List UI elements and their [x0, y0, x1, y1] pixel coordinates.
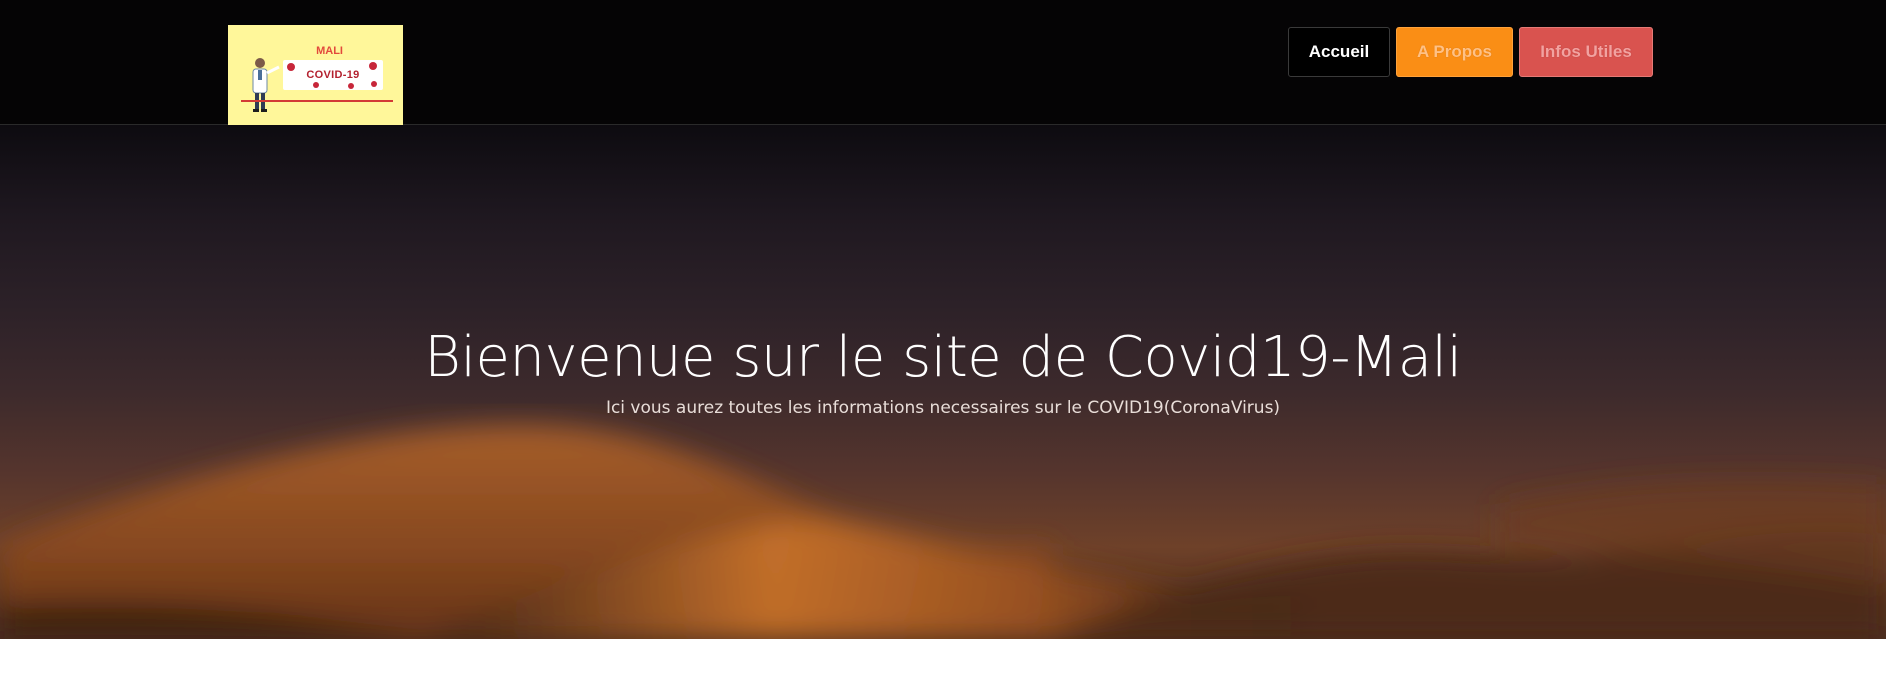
logo-underline	[241, 100, 393, 102]
doctor-icon	[252, 58, 280, 112]
nav-accueil-button[interactable]: Accueil	[1288, 27, 1390, 77]
virus-icon	[348, 83, 354, 89]
hero-title: Bienvenue sur le site de Covid19-Mali	[424, 325, 1462, 390]
logo-card-text: COVID-19	[306, 69, 360, 81]
site-logo[interactable]: MALI COVID-19	[228, 25, 403, 125]
hero-subtitle: Ici vous aurez toutes les informations n…	[605, 398, 1281, 418]
page-body	[0, 639, 1886, 677]
nav-apropos-button[interactable]: A Propos	[1396, 27, 1513, 77]
logo-card: COVID-19	[283, 60, 383, 90]
navbar: MALI COVID-19 Accueil A Propos Infos Uti…	[0, 0, 1886, 125]
nav-infos-utiles-button[interactable]: Infos Utiles	[1519, 27, 1653, 77]
virus-icon	[313, 82, 319, 88]
logo-title: MALI	[316, 45, 343, 57]
virus-icon	[371, 81, 377, 87]
hero-section: Bienvenue sur le site de Covid19-Mali Ic…	[0, 125, 1886, 639]
